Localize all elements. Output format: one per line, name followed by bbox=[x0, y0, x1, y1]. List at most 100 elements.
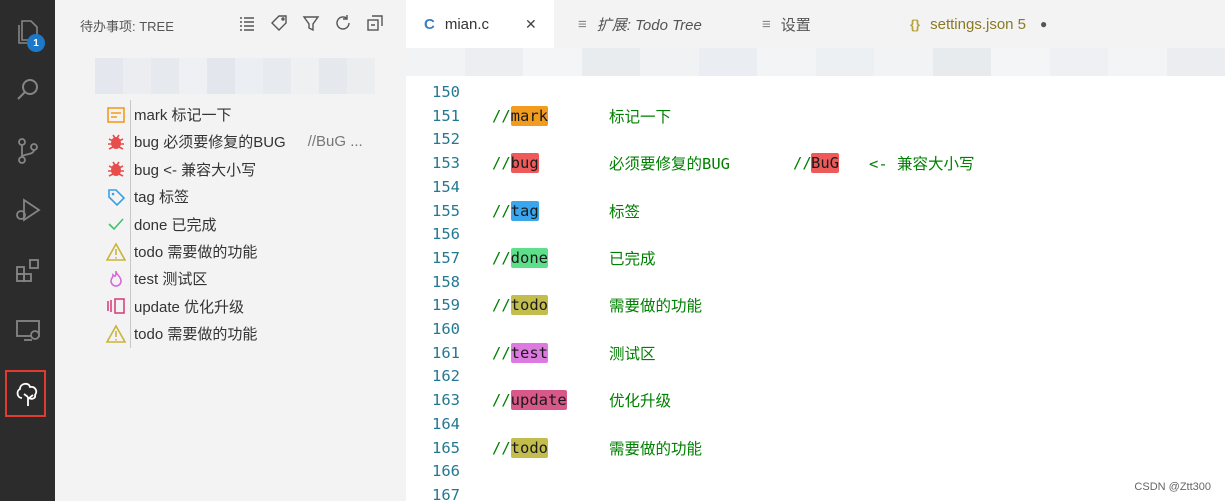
tab-label: settings.json 5 bbox=[930, 15, 1027, 33]
refresh-icon[interactable] bbox=[331, 11, 354, 34]
comment-text: 已完成 bbox=[609, 249, 656, 268]
close-icon[interactable]: ✕ bbox=[525, 16, 537, 33]
tab-label: 设置 bbox=[780, 16, 811, 34]
bug-icon bbox=[105, 131, 127, 153]
tree-item[interactable]: mark 标记一下 bbox=[105, 101, 232, 128]
filter-icon[interactable] bbox=[299, 11, 322, 34]
tree-item[interactable]: done 已完成 bbox=[105, 211, 217, 238]
preview-icon: ≡ bbox=[578, 15, 587, 33]
code-line: 166 bbox=[406, 459, 460, 483]
comment-code: //update 优化升级 bbox=[492, 390, 671, 411]
tree-item[interactable]: update 优化升级 bbox=[105, 293, 244, 320]
line-number: 162 bbox=[432, 367, 460, 386]
tree-item-label: update 优化升级 bbox=[134, 298, 245, 316]
warning-icon bbox=[105, 241, 127, 263]
highlighted-tag: test bbox=[510, 342, 548, 363]
tab-settings[interactable]: ≡ 设置 bbox=[740, 0, 888, 48]
line-number: 156 bbox=[432, 225, 460, 244]
highlighted-tag: update bbox=[510, 390, 567, 411]
highlighted-tag: BuG bbox=[811, 153, 839, 174]
tag-icon[interactable] bbox=[267, 11, 290, 34]
tree-item-label: tag 标签 bbox=[134, 189, 190, 207]
breadcrumb-blurred bbox=[406, 48, 1225, 76]
tree-item[interactable]: bug 必须要修复的BUG //BuG ... bbox=[105, 128, 363, 155]
tree-item-label: bug <- 兼容大小写 bbox=[134, 161, 257, 179]
tab-settings-json[interactable]: {} settings.json 5 ● bbox=[890, 0, 1070, 48]
comment-text: 需要做的功能 bbox=[609, 439, 703, 458]
watermark: CSDN @Ztt300 bbox=[1134, 481, 1211, 493]
blurred-folder-row bbox=[95, 58, 375, 94]
code-line: 163 //update 优化升级 bbox=[406, 388, 671, 412]
comment-code: //test 测试区 bbox=[492, 342, 656, 363]
extensions-icon[interactable] bbox=[0, 246, 55, 294]
highlighted-tag: done bbox=[510, 247, 548, 268]
activity-bar: 1 bbox=[0, 0, 55, 501]
tab-mian-c[interactable]: C mian.c ✕ bbox=[406, 0, 554, 48]
tab-label: 扩展: Todo Tree bbox=[596, 16, 702, 34]
tag-icon bbox=[105, 186, 127, 208]
sidebar-header: 待办事项: TREE bbox=[55, 0, 406, 46]
tree-item-label: test 测试区 bbox=[134, 271, 208, 289]
code-line: 151 //mark 标记一下 bbox=[406, 104, 671, 128]
tree-item-label: todo 需要做的功能 bbox=[134, 326, 258, 344]
comment-text: 标签 bbox=[609, 202, 641, 221]
code-editor[interactable]: 150 151//mark 标记一下 152 153//bug 必须要修复的BUG//Bu… bbox=[406, 76, 1225, 501]
tab-todo-tree-extension[interactable]: ≡ 扩展: Todo Tree bbox=[556, 0, 738, 48]
comment-text: 标记一下 bbox=[609, 107, 672, 126]
code-line: 153//bug 必须要修复的BUG//BuG <- 兼容大小写 bbox=[406, 151, 975, 175]
code-line: 160 bbox=[406, 317, 460, 341]
line-number: 154 bbox=[432, 177, 460, 196]
line-number: 167 bbox=[432, 485, 460, 501]
comment-slashes: // bbox=[492, 248, 511, 267]
comment-code: //todo 需要做的功能 bbox=[492, 437, 702, 458]
code-line: 165 //todo 需要做的功能 bbox=[406, 436, 702, 460]
tree-item[interactable]: tag 标签 bbox=[105, 183, 189, 210]
remote-explorer-icon[interactable] bbox=[0, 306, 55, 354]
tree-item-extra: //BuG ... bbox=[307, 133, 363, 151]
tree-item[interactable]: test 测试区 bbox=[105, 265, 207, 292]
tree-item[interactable]: bug <- 兼容大小写 bbox=[105, 156, 256, 183]
comment-code: //tag 标签 bbox=[492, 200, 640, 221]
line-number: 155 bbox=[432, 201, 460, 220]
sidebar-actions bbox=[235, 11, 386, 34]
check-icon bbox=[105, 213, 127, 235]
tree-item-label: todo 需要做的功能 bbox=[134, 244, 258, 261]
run-debug-icon[interactable] bbox=[0, 186, 55, 234]
highlighted-tag: todo bbox=[510, 295, 548, 316]
settings-file-icon: ≡ bbox=[762, 15, 771, 33]
code-line: 152 bbox=[406, 127, 460, 151]
line-number: 158 bbox=[432, 272, 460, 291]
comment-code: //mark 标记一下 bbox=[492, 105, 671, 126]
bug-icon bbox=[105, 158, 127, 180]
highlighted-tag: tag bbox=[510, 200, 539, 221]
code-line: 157 //done 已完成 bbox=[406, 246, 656, 270]
tree-item[interactable]: todo 需要做的功能 bbox=[105, 320, 257, 347]
search-icon[interactable] bbox=[0, 66, 55, 114]
code-line: 156 bbox=[406, 222, 460, 246]
flame-icon bbox=[105, 268, 127, 290]
unsaved-dot-icon[interactable]: ● bbox=[1040, 17, 1047, 31]
comment-slashes: // bbox=[492, 296, 511, 315]
code-line: 161 //test 测试区 bbox=[406, 341, 656, 365]
comment-code: //bug 必须要修复的BUG//BuG <- 兼容大小写 bbox=[492, 153, 975, 174]
update-icon bbox=[105, 295, 127, 317]
tree-item[interactable]: todo 需要做的功能 bbox=[105, 238, 257, 265]
explorer-badge: 1 bbox=[27, 34, 45, 52]
editor-tabs: C mian.c ✕ ≡ 扩展: Todo Tree ≡ 设置 {} setti… bbox=[406, 0, 1225, 48]
line-number: 152 bbox=[432, 130, 460, 149]
tree-item-label: bug 必须要修复的BUG bbox=[134, 134, 286, 152]
line-number: 160 bbox=[432, 320, 460, 338]
comment-slashes: // bbox=[492, 201, 511, 220]
highlighted-tag: todo bbox=[510, 437, 548, 458]
comment-slashes: // bbox=[492, 391, 511, 410]
comment-text: <- 兼容大小写 bbox=[869, 155, 975, 174]
tab-label: mian.c bbox=[444, 15, 490, 33]
line-number: 150 bbox=[432, 83, 460, 101]
collapse-all-icon[interactable] bbox=[363, 11, 386, 34]
tree-item-label: done 已完成 bbox=[134, 216, 217, 234]
explorer-icon[interactable] bbox=[0, 8, 55, 56]
list-view-icon[interactable] bbox=[235, 11, 258, 34]
line-number: 153 bbox=[432, 154, 460, 173]
source-control-icon[interactable] bbox=[0, 127, 55, 175]
json-file-icon: {} bbox=[910, 16, 921, 32]
